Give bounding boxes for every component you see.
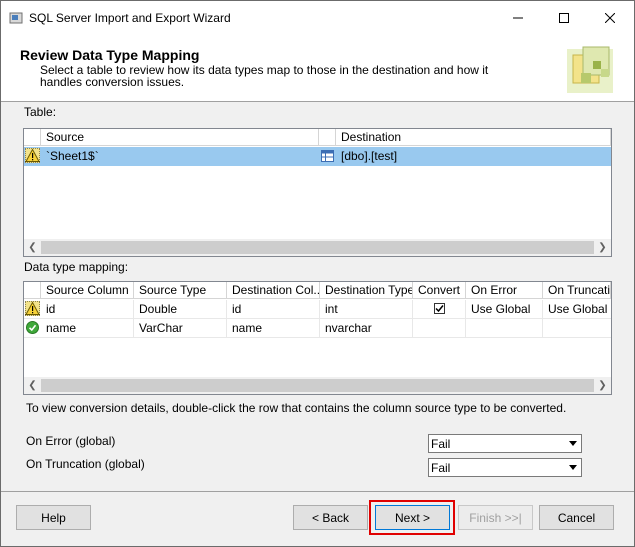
convert-cell (413, 300, 466, 319)
source-cell[interactable]: `Sheet1$` (41, 147, 319, 166)
destination-column-cell[interactable]: id (227, 300, 320, 319)
column-header-destination-type[interactable]: Destination Type (320, 282, 413, 299)
on-error-global-select[interactable]: Fail (428, 434, 582, 453)
minimize-button[interactable] (495, 1, 541, 35)
table-grid[interactable]: Source Destination `Sheet1$` [dbo].[test… (23, 128, 612, 257)
minimize-icon (513, 17, 523, 19)
source-column-cell[interactable]: id (41, 300, 134, 319)
title-bar: SQL Server Import and Export Wizard (1, 1, 634, 35)
column-header-source-type[interactable]: Source Type (134, 282, 227, 299)
app-icon (9, 11, 23, 25)
warning-icon (24, 147, 42, 166)
column-header-source[interactable]: Source (41, 129, 319, 146)
page-header: Review Data Type Mapping Select a table … (1, 35, 634, 102)
mapping-row[interactable]: name VarChar name nvarchar (24, 319, 611, 338)
scroll-left-icon[interactable]: ❮ (24, 239, 41, 256)
column-header-spacer (319, 129, 336, 146)
footer-divider (1, 491, 634, 492)
on-truncation-cell[interactable]: Use Global (543, 300, 611, 319)
help-button[interactable]: Help (16, 505, 91, 530)
destination-type-cell[interactable]: int (320, 300, 413, 319)
table-label: Table: (24, 105, 57, 119)
mapping-row[interactable]: id Double id int Use Global Use Global (24, 300, 611, 319)
on-error-cell[interactable] (466, 319, 543, 338)
scroll-left-icon[interactable]: ❮ (24, 377, 41, 394)
wizard-banner-image (563, 43, 617, 97)
maximize-button[interactable] (541, 1, 587, 35)
column-header-on-truncation[interactable]: On Truncati... (543, 282, 611, 299)
window-title: SQL Server Import and Export Wizard (29, 11, 231, 25)
column-header-convert[interactable]: Convert (413, 282, 466, 299)
scrollbar-thumb[interactable] (41, 241, 594, 254)
scroll-right-icon[interactable]: ❯ (594, 239, 611, 256)
conversion-hint: To view conversion details, double-click… (26, 401, 567, 415)
mapping-grid-corner (24, 282, 41, 299)
convert-checkbox[interactable] (434, 303, 445, 314)
chevron-down-icon[interactable] (564, 459, 581, 476)
table-grid-scrollbar[interactable]: ❮ ❯ (24, 239, 611, 256)
page-title: Review Data Type Mapping (20, 47, 200, 63)
mapping-grid-scrollbar[interactable]: ❮ ❯ (24, 377, 611, 394)
source-column-cell[interactable]: name (41, 319, 134, 338)
on-error-global-label: On Error (global) (26, 434, 116, 448)
on-error-cell[interactable]: Use Global (466, 300, 543, 319)
destination-type-cell[interactable]: nvarchar (320, 319, 413, 338)
finish-button[interactable]: Finish >>| (458, 505, 533, 530)
maximize-icon (559, 13, 569, 23)
source-type-cell[interactable]: VarChar (134, 319, 227, 338)
convert-cell[interactable] (413, 319, 466, 338)
mapping-grid[interactable]: Source Column Source Type Destination Co… (23, 281, 612, 395)
column-header-source-column[interactable]: Source Column (41, 282, 134, 299)
chevron-down-icon[interactable] (564, 435, 581, 452)
on-error-global-value: Fail (431, 437, 451, 451)
on-truncation-global-select[interactable]: Fail (428, 458, 582, 477)
close-button[interactable] (587, 1, 633, 35)
back-button[interactable]: < Back (293, 505, 368, 530)
close-icon (605, 13, 615, 23)
destination-column-cell[interactable]: name (227, 319, 320, 338)
on-truncation-global-value: Fail (431, 461, 451, 475)
next-button-highlight (369, 500, 455, 535)
source-type-cell[interactable]: Double (134, 300, 227, 319)
destination-cell[interactable]: [dbo].[test] (336, 147, 611, 166)
on-truncation-global-label: On Truncation (global) (26, 457, 145, 471)
column-header-destination-column[interactable]: Destination Col... (227, 282, 320, 299)
mapping-label: Data type mapping: (24, 260, 129, 274)
column-header-destination[interactable]: Destination (336, 129, 611, 146)
page-description: Select a table to review how its data ty… (40, 63, 489, 89)
table-grid-corner (24, 129, 41, 146)
warning-icon (24, 300, 42, 319)
cancel-button[interactable]: Cancel (539, 505, 614, 530)
scroll-right-icon[interactable]: ❯ (594, 377, 611, 394)
table-row[interactable]: `Sheet1$` [dbo].[test] (24, 147, 611, 166)
table-icon (321, 150, 334, 165)
on-truncation-cell[interactable] (543, 319, 611, 338)
checkmark-icon (435, 305, 444, 313)
scrollbar-thumb[interactable] (41, 379, 594, 392)
column-header-on-error[interactable]: On Error (466, 282, 543, 299)
wizard-window: SQL Server Import and Export Wizard Revi… (0, 0, 635, 547)
